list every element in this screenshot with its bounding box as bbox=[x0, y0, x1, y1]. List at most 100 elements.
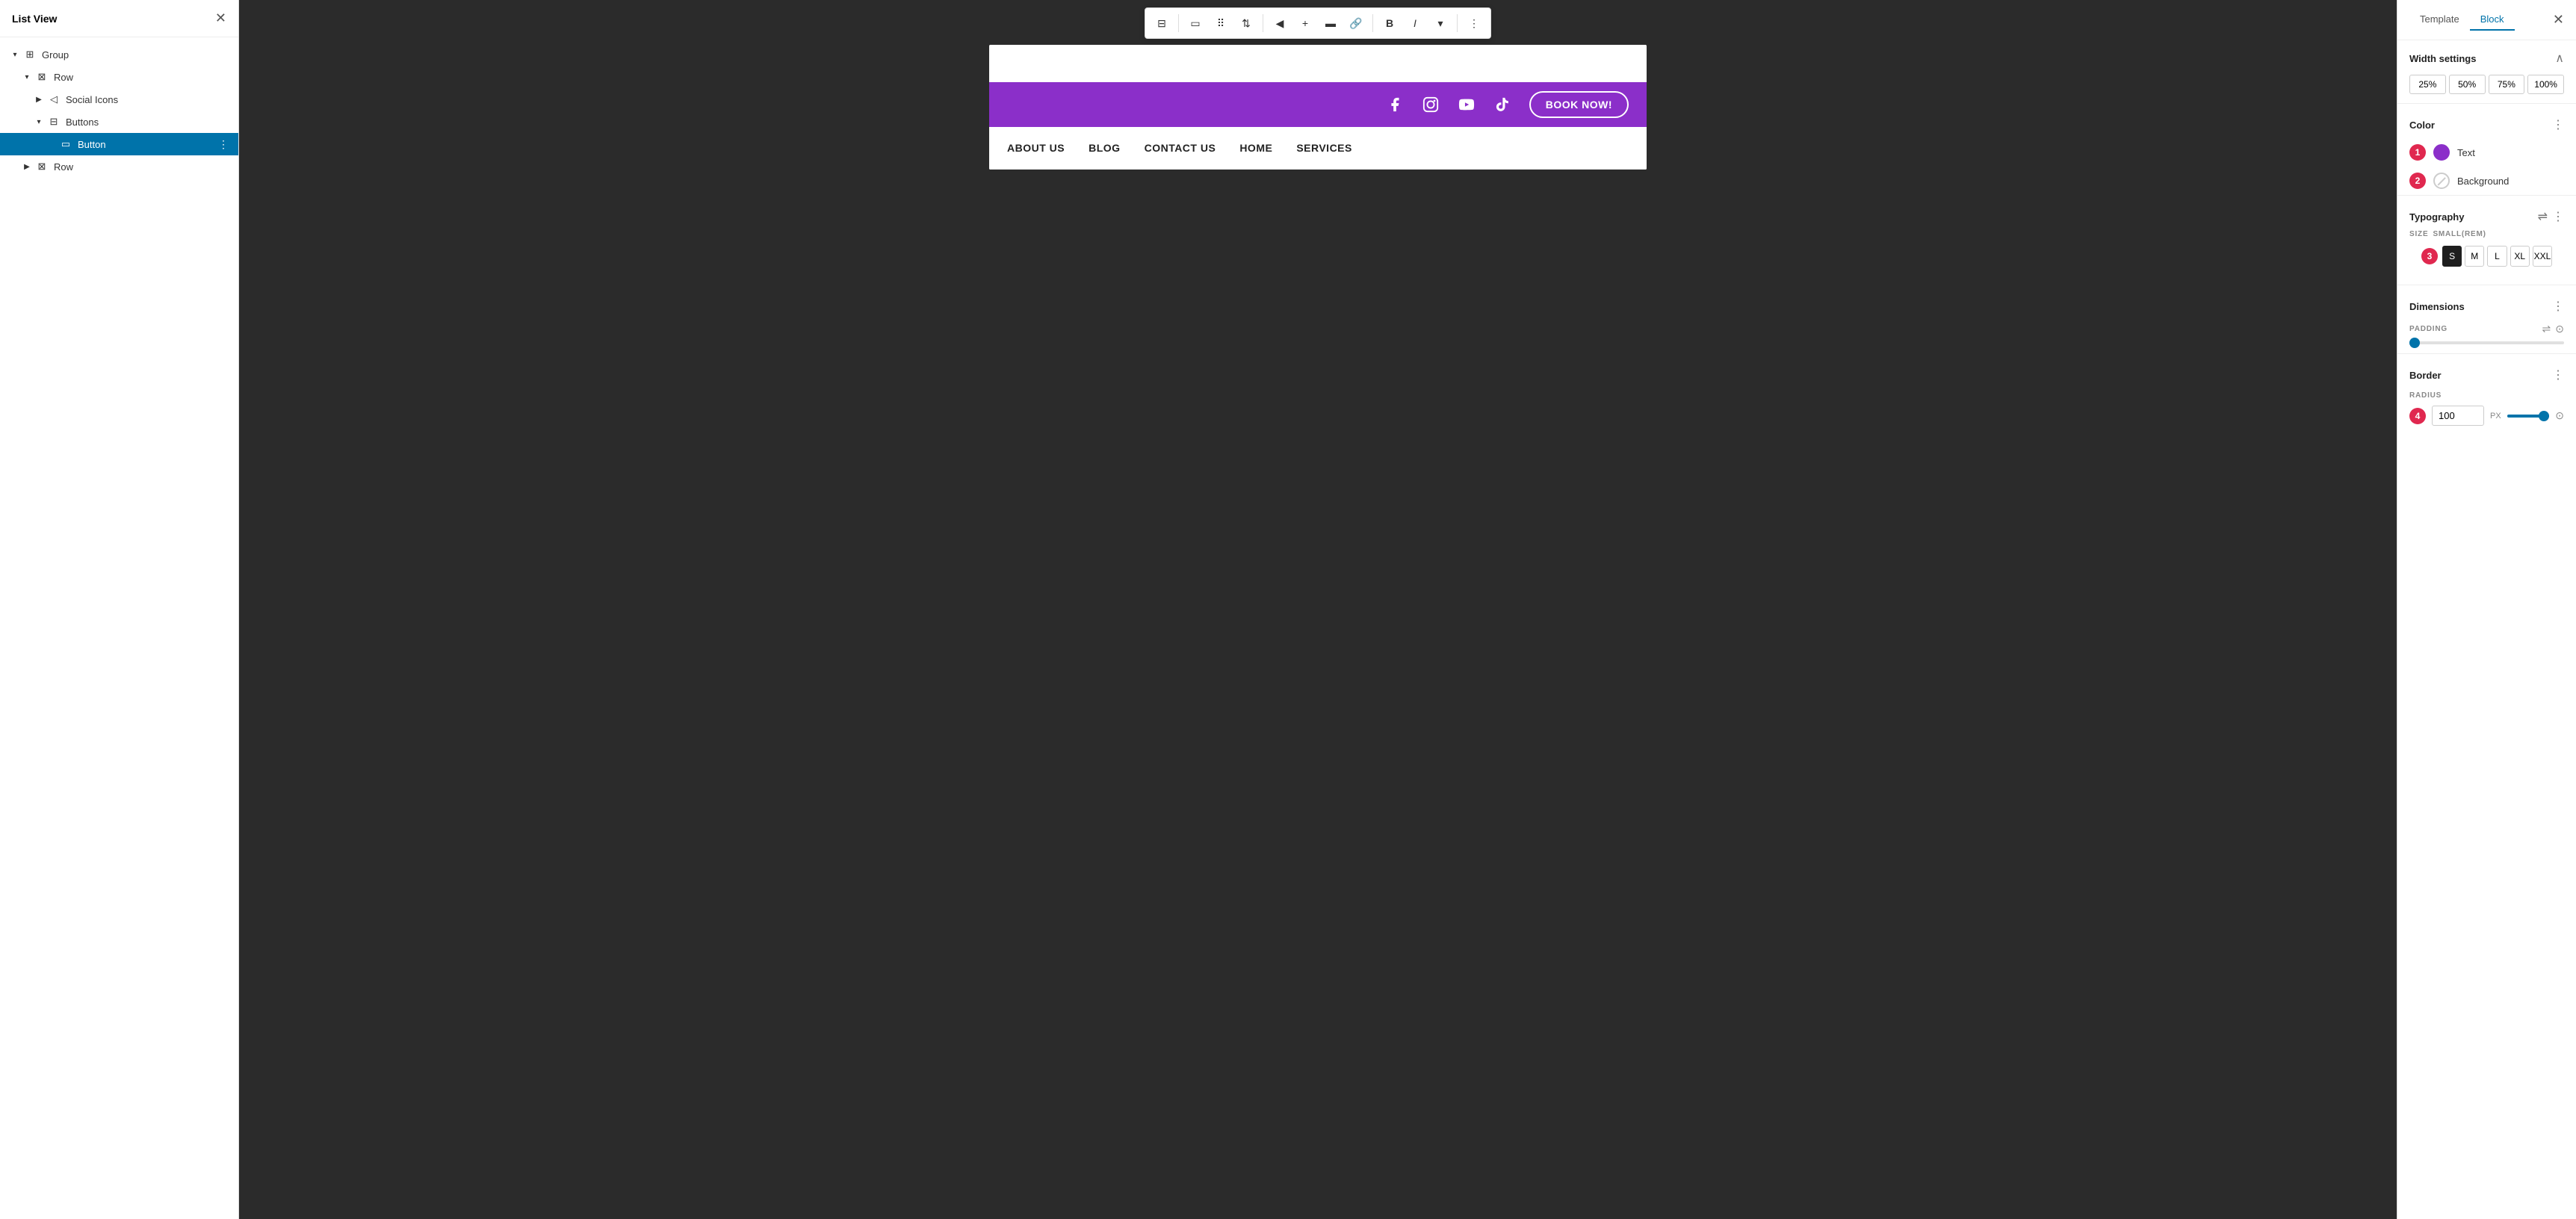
color-section-header: Color ⋮ bbox=[2397, 107, 2576, 138]
bg-color-row[interactable]: 2 Background bbox=[2397, 167, 2576, 195]
chevron-down-icon: ▾ bbox=[9, 51, 21, 59]
toolbar-italic-button[interactable]: I bbox=[1403, 11, 1427, 35]
block-toolbar: ⊟ ▭ ⠿ ⇅ ◀ + ▬ 🔗 B I ▾ ⋮ bbox=[1145, 7, 1491, 39]
tab-block[interactable]: Block bbox=[2470, 9, 2515, 31]
nav-item-home[interactable]: HOME bbox=[1239, 142, 1272, 154]
size-xxl-button[interactable]: XXL bbox=[2533, 246, 2552, 267]
color-section-icons: ⋮ bbox=[2552, 117, 2564, 132]
tree-item-label: Buttons bbox=[66, 117, 229, 128]
tree-item-label: Group bbox=[42, 49, 229, 61]
size-buttons-group: 3 S M L XL XXL bbox=[2397, 241, 2576, 285]
nav-item-about[interactable]: ABOUT US bbox=[1007, 142, 1065, 154]
dimensions-section-icons: ⋮ bbox=[2552, 299, 2564, 314]
badge-1: 1 bbox=[2409, 144, 2426, 161]
toolbar-block-view-button[interactable]: ⊟ bbox=[1150, 11, 1174, 35]
left-panel-close-button[interactable]: ✕ bbox=[215, 10, 226, 26]
toolbar-bold-button[interactable]: B bbox=[1378, 11, 1402, 35]
padding-label: PADDING bbox=[2409, 325, 2447, 333]
radius-row: 4 PX ⊙ bbox=[2397, 403, 2576, 435]
nav-item-blog[interactable]: BLOG bbox=[1089, 142, 1120, 154]
chevron-right-icon: ▶ bbox=[21, 163, 33, 171]
tree-item-social-icons[interactable]: ▶ ◁ Social Icons bbox=[0, 88, 238, 111]
tree-item-group[interactable]: ▾ ⊞ Group bbox=[0, 43, 238, 66]
padding-slider-thumb[interactable] bbox=[2409, 338, 2420, 348]
toolbar-drag-button[interactable]: ⠿ bbox=[1209, 11, 1233, 35]
tree-item-button[interactable]: ▭ Button ⋮ bbox=[0, 133, 238, 155]
padding-adjust-icon: ⇌ bbox=[2542, 323, 2551, 335]
size-value-label: SMALL(REM) bbox=[2433, 230, 2486, 238]
row-block-icon: ⊠ bbox=[34, 69, 49, 84]
border-section-icons: ⋮ bbox=[2552, 367, 2564, 382]
typography-menu-button[interactable]: ⋮ bbox=[2552, 209, 2564, 224]
dimensions-title: Dimensions bbox=[2409, 301, 2465, 312]
size-s-button[interactable]: S bbox=[2442, 246, 2462, 267]
left-panel: List View ✕ ▾ ⊞ Group ▾ ⊠ Row ▶ ◁ Social… bbox=[0, 0, 239, 1219]
chevron-right-icon: ▶ bbox=[33, 96, 45, 104]
radius-slider-track[interactable] bbox=[2507, 415, 2550, 418]
divider bbox=[2397, 353, 2576, 354]
dimensions-menu-button[interactable]: ⋮ bbox=[2552, 299, 2564, 314]
toolbar-align-center-button[interactable]: + bbox=[1293, 11, 1317, 35]
youtube-icon[interactable] bbox=[1455, 93, 1479, 117]
tree-item-row1[interactable]: ▾ ⊠ Row bbox=[0, 66, 238, 88]
typography-section-header: Typography ⇌ ⋮ bbox=[2397, 199, 2576, 230]
text-color-row[interactable]: 1 Text bbox=[2397, 138, 2576, 167]
border-menu-button[interactable]: ⋮ bbox=[2552, 367, 2564, 382]
tiktok-icon[interactable] bbox=[1490, 93, 1514, 117]
nav-item-services[interactable]: SERVICES bbox=[1296, 142, 1352, 154]
radius-input[interactable] bbox=[2432, 406, 2484, 426]
toolbar-align-left-button[interactable]: ◀ bbox=[1268, 11, 1292, 35]
width-100-button[interactable]: 100% bbox=[2527, 75, 2564, 94]
size-xl-button[interactable]: XL bbox=[2510, 246, 2530, 267]
size-l-button[interactable]: L bbox=[2487, 246, 2507, 267]
width-50-button[interactable]: 50% bbox=[2449, 75, 2486, 94]
tree-item-label: Button bbox=[78, 139, 217, 150]
right-panel: Template Block ✕ Width settings ∧ 25% 50… bbox=[2397, 0, 2576, 1219]
toolbar-inline-button[interactable]: ▭ bbox=[1183, 11, 1207, 35]
border-title: Border bbox=[2409, 370, 2442, 381]
toolbar-up-down-button[interactable]: ⇅ bbox=[1234, 11, 1258, 35]
color-menu-button[interactable]: ⋮ bbox=[2552, 117, 2564, 132]
size-m-button[interactable]: M bbox=[2465, 246, 2484, 267]
badge-4: 4 bbox=[2409, 408, 2426, 424]
facebook-icon[interactable] bbox=[1383, 93, 1407, 117]
width-75-button[interactable]: 75% bbox=[2489, 75, 2525, 94]
badge-3: 3 bbox=[2421, 248, 2438, 264]
width-settings-title: Width settings bbox=[2409, 53, 2476, 64]
bg-color-label: Background bbox=[2457, 176, 2509, 187]
tree-item-row2[interactable]: ▶ ⊠ Row bbox=[0, 155, 238, 178]
toolbar-link-button[interactable]: 🔗 bbox=[1344, 11, 1368, 35]
tree-item-buttons[interactable]: ▾ ⊟ Buttons bbox=[0, 111, 238, 133]
nav-item-contact[interactable]: CONTACT US bbox=[1145, 142, 1216, 154]
instagram-icon[interactable] bbox=[1419, 93, 1443, 117]
group-block-icon: ⊞ bbox=[22, 47, 37, 62]
preview-area: BOOK NOW! ABOUT US BLOG CONTACT US HOME … bbox=[989, 45, 1647, 170]
chevron-down-icon: ▾ bbox=[33, 118, 45, 126]
padding-slider-row bbox=[2397, 338, 2576, 353]
row-block-icon: ⊠ bbox=[34, 159, 49, 174]
book-now-button[interactable]: BOOK NOW! bbox=[1529, 91, 1629, 118]
width-settings-collapse-button[interactable]: ∧ bbox=[2555, 51, 2564, 66]
text-color-swatch bbox=[2433, 144, 2450, 161]
padding-slider-track[interactable] bbox=[2409, 341, 2564, 344]
width-buttons-group: 25% 50% 75% 100% bbox=[2397, 72, 2576, 103]
tab-group: Template Block bbox=[2409, 9, 2515, 31]
right-panel-close-button[interactable]: ✕ bbox=[2553, 12, 2564, 28]
tree-item-label: Row bbox=[54, 161, 229, 173]
divider bbox=[2397, 195, 2576, 196]
typography-sliders-button[interactable]: ⇌ bbox=[2538, 209, 2548, 224]
toolbar-overflow-button[interactable]: ⋮ bbox=[1462, 11, 1486, 35]
radius-slider-thumb[interactable] bbox=[2539, 411, 2549, 421]
size-sub-label: SIZE bbox=[2409, 230, 2428, 238]
toolbar-more-button[interactable]: ▾ bbox=[1428, 11, 1452, 35]
width-25-button[interactable]: 25% bbox=[2409, 75, 2446, 94]
border-section-header: Border ⋮ bbox=[2397, 357, 2576, 388]
color-section-title: Color bbox=[2409, 120, 2435, 131]
divider bbox=[2397, 103, 2576, 104]
toolbar-align-justify-button[interactable]: ▬ bbox=[1319, 11, 1343, 35]
tree-item-label: Row bbox=[54, 72, 229, 83]
bg-color-swatch bbox=[2433, 173, 2450, 189]
item-menu-icon[interactable]: ⋮ bbox=[217, 138, 229, 151]
tab-template[interactable]: Template bbox=[2409, 9, 2470, 31]
typography-section-icons: ⇌ ⋮ bbox=[2538, 209, 2564, 224]
